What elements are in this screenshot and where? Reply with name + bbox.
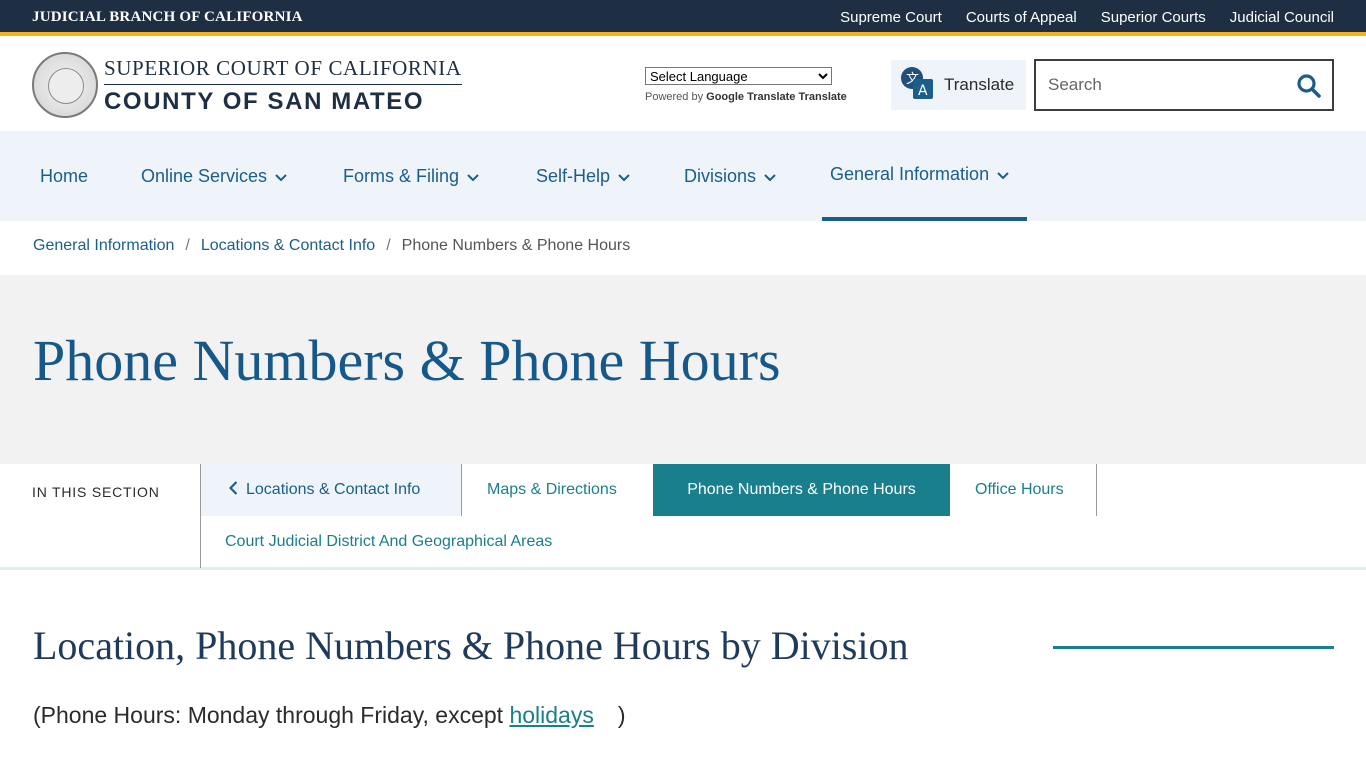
nav-item-label: Online Services bbox=[141, 165, 268, 186]
search-box bbox=[1034, 59, 1334, 111]
court-name-line1: SUPERIOR COURT OF CALIFORNIA bbox=[104, 56, 462, 85]
breadcrumb-locations-contact[interactable]: Locations & Contact Info bbox=[201, 237, 375, 255]
chevron-down-icon bbox=[467, 166, 479, 187]
nav-item-home[interactable]: Home bbox=[40, 131, 88, 221]
translate-button-label: Translate bbox=[944, 75, 1015, 94]
topbar-links: Supreme Court Courts of Appeal Superior … bbox=[840, 9, 1334, 26]
nav-item-label: Divisions bbox=[684, 165, 757, 186]
superior-courts-link[interactable]: Superior Courts bbox=[1101, 9, 1206, 26]
chevron-down-icon bbox=[764, 166, 776, 187]
nav-item-general-information[interactable]: General Information bbox=[822, 131, 1027, 221]
nav-item-self-help[interactable]: Self-Help bbox=[536, 131, 630, 221]
nav-item-label: Home bbox=[40, 165, 89, 186]
powered-by-text: Powered by Google Translate Translate bbox=[645, 91, 847, 103]
heading-divider-line bbox=[1053, 646, 1334, 649]
main-navigation: Home Online Services Forms & Filing Self… bbox=[0, 131, 1366, 221]
section-item-phone-numbers-active[interactable]: Phone Numbers & Phone Hours bbox=[653, 464, 950, 516]
chevron-down-icon bbox=[618, 166, 630, 187]
judicial-branch-bar: JUDICIAL BRANCH OF CALIFORNIA Supreme Co… bbox=[0, 0, 1366, 36]
phone-hours-suffix: ) bbox=[617, 702, 626, 728]
chevron-left-icon bbox=[228, 480, 238, 500]
nav-item-forms-filing[interactable]: Forms & Filing bbox=[343, 131, 479, 221]
chevron-down-icon bbox=[275, 166, 287, 187]
court-name-line2: COUNTY OF SAN MATEO bbox=[104, 88, 425, 115]
nav-item-online-services[interactable]: Online Services bbox=[141, 131, 287, 221]
chevron-down-icon bbox=[997, 164, 1009, 185]
in-this-section-nav: IN THIS SECTION Locations & Contact Info… bbox=[0, 464, 1366, 570]
search-icon[interactable] bbox=[1296, 73, 1322, 104]
division-heading: Location, Phone Numbers & Phone Hours by… bbox=[33, 623, 909, 668]
section-back-label: Locations & Contact Info bbox=[246, 481, 421, 498]
phone-hours-prefix: (Phone Hours: Monday through Friday, exc… bbox=[33, 702, 510, 728]
section-item-maps-directions[interactable]: Maps & Directions bbox=[461, 464, 653, 516]
svg-text:A: A bbox=[918, 83, 928, 99]
court-logo-text[interactable]: SUPERIOR COURT OF CALIFORNIA COUNTY OF S… bbox=[104, 56, 462, 116]
page-title-band: Phone Numbers & Phone Hours bbox=[0, 275, 1366, 464]
section-item-judicial-district[interactable]: Court Judicial District And Geographical… bbox=[200, 516, 620, 568]
holidays-link[interactable]: holidays bbox=[509, 702, 593, 728]
in-this-section-label: IN THIS SECTION bbox=[32, 484, 160, 500]
breadcrumb: General Information / Locations & Contac… bbox=[33, 237, 630, 255]
google-translate-widget: Select Language Powered by Google Transl… bbox=[645, 67, 847, 103]
nav-item-label: Self-Help bbox=[536, 165, 611, 186]
section-item-office-hours[interactable]: Office Hours bbox=[950, 464, 1097, 516]
section-back-locations-contact[interactable]: Locations & Contact Info bbox=[200, 464, 461, 516]
nav-item-label: Forms & Filing bbox=[343, 165, 460, 186]
language-select[interactable]: Select Language bbox=[645, 67, 832, 85]
translate-icon: 文 A bbox=[900, 66, 934, 105]
phone-hours-text: (Phone Hours: Monday through Friday, exc… bbox=[33, 702, 626, 729]
translate-button[interactable]: 文 A Translate bbox=[891, 60, 1026, 110]
nav-item-divisions[interactable]: Divisions bbox=[684, 131, 776, 221]
google-translate-logo-text[interactable]: Google Translate bbox=[706, 91, 795, 103]
powered-by-label: Powered by bbox=[645, 91, 704, 103]
supreme-court-link[interactable]: Supreme Court bbox=[840, 9, 942, 26]
breadcrumb-general-information[interactable]: General Information bbox=[33, 237, 174, 255]
breadcrumb-current: Phone Numbers & Phone Hours bbox=[401, 237, 631, 254]
judicial-council-link[interactable]: Judicial Council bbox=[1230, 9, 1334, 26]
site-header: SUPERIOR COURT OF CALIFORNIA COUNTY OF S… bbox=[0, 40, 1366, 131]
court-seal-icon[interactable] bbox=[32, 52, 98, 118]
judicial-branch-title: JUDICIAL BRANCH OF CALIFORNIA bbox=[32, 9, 303, 25]
nav-item-label: General Information bbox=[830, 163, 990, 184]
translate-word[interactable]: Translate bbox=[798, 91, 846, 103]
breadcrumb-separator: / bbox=[185, 237, 190, 254]
search-input[interactable] bbox=[1048, 74, 1288, 96]
courts-of-appeal-link[interactable]: Courts of Appeal bbox=[966, 9, 1077, 26]
page-title: Phone Numbers & Phone Hours bbox=[33, 328, 781, 393]
breadcrumb-separator: / bbox=[386, 237, 391, 254]
